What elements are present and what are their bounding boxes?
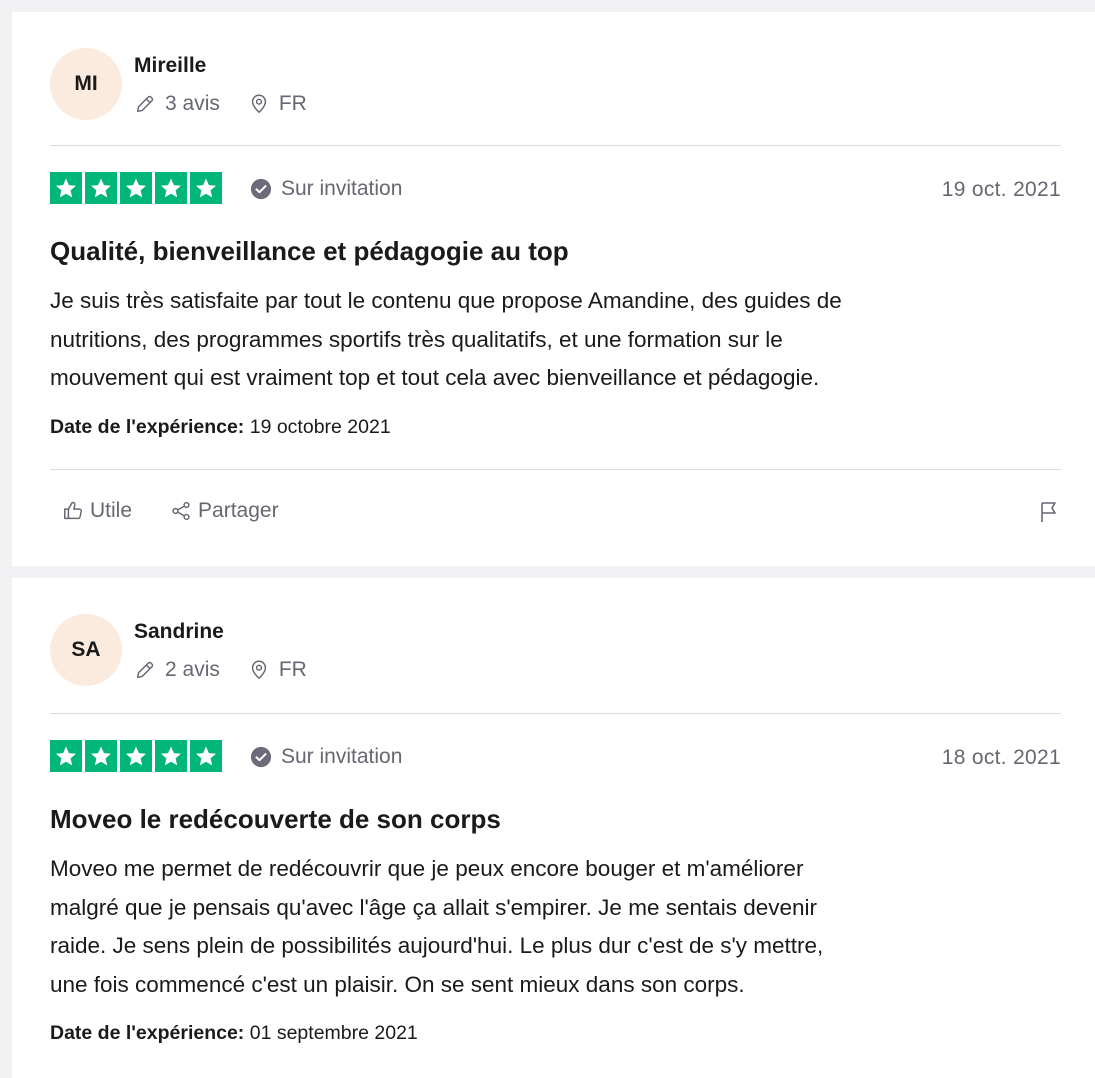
review-body-line: une fois commencé c'est un plaisir. On s… — [50, 971, 745, 997]
star-icon — [50, 172, 82, 204]
review-date: 19 oct. 2021 — [941, 178, 1061, 201]
useful-label: Utile — [90, 499, 133, 522]
review-count: 2 avis — [165, 658, 220, 681]
reviewer-name[interactable]: Sandrine — [134, 620, 224, 644]
verified-label: Sur invitation — [281, 745, 403, 768]
avatar[interactable]: MI — [50, 48, 122, 120]
review-body: Moveo me permet de redécouvrir que je pe… — [50, 850, 1050, 1004]
pencil-icon — [136, 95, 154, 113]
divider — [50, 145, 1061, 146]
star-rating — [50, 740, 222, 772]
star-icon — [190, 172, 222, 204]
verified-badge[interactable]: Sur invitation — [250, 745, 402, 769]
flag-icon[interactable] — [1037, 500, 1061, 524]
experience-value: 19 octobre 2021 — [249, 416, 391, 438]
reviewer-country: FR — [278, 92, 307, 115]
star-icon — [85, 172, 117, 204]
review-title[interactable]: Moveo le redécouverte de son corps — [50, 804, 501, 835]
star-icon — [50, 740, 82, 772]
reviewer-meta: 3 avis FR — [134, 92, 307, 116]
reviewer-meta: 2 avis FR — [134, 658, 307, 682]
star-icon — [120, 172, 152, 204]
check-circle-icon — [250, 746, 272, 768]
divider — [50, 469, 1061, 470]
star-icon — [155, 172, 187, 204]
experience-date: Date de l'expérience: 19 octobre 2021 — [50, 416, 391, 439]
check-circle-icon — [250, 178, 272, 200]
share-label: Partager — [198, 499, 279, 522]
experience-date: Date de l'expérience: 01 septembre 2021 — [50, 1022, 418, 1045]
review-body-line: raide. Je sens plein de possibilités auj… — [50, 933, 824, 958]
review-date: 18 oct. 2021 — [941, 746, 1061, 769]
experience-value: 01 septembre 2021 — [249, 1022, 418, 1044]
useful-button[interactable]: Utile — [62, 499, 132, 523]
review-body-line: nutritions, des programmes sportifs très… — [50, 326, 783, 352]
experience-label: Date de l'expérience: — [50, 1022, 245, 1044]
review-title[interactable]: Qualité, bienveillance et pédagogie au t… — [50, 236, 569, 267]
reviewer-country: FR — [278, 658, 307, 681]
review-card: MI Mireille 3 avis FR Sur invitation 19 … — [12, 12, 1095, 566]
location-pin-icon — [251, 94, 267, 114]
avatar[interactable]: SA — [50, 614, 122, 686]
divider — [50, 713, 1061, 714]
review-card: SA Sandrine 2 avis FR Sur invitation 18 … — [12, 578, 1095, 1078]
verified-label: Sur invitation — [281, 177, 403, 200]
verified-badge[interactable]: Sur invitation — [250, 177, 402, 201]
star-icon — [155, 740, 187, 772]
star-rating — [50, 172, 222, 204]
review-body-line: mouvement qui est vraiment top et tout c… — [50, 365, 820, 390]
review-body-line: Je suis très satisfaite par tout le cont… — [50, 288, 842, 313]
review-count: 3 avis — [165, 92, 220, 115]
reviewer-name[interactable]: Mireille — [134, 54, 206, 78]
review-body: Je suis très satisfaite par tout le cont… — [50, 282, 1050, 398]
review-actions: Utile Partager — [62, 499, 279, 523]
pencil-icon — [136, 661, 154, 679]
experience-label: Date de l'expérience: — [50, 416, 245, 438]
location-pin-icon — [251, 660, 267, 680]
thumbs-up-icon — [64, 501, 82, 520]
star-icon — [120, 740, 152, 772]
review-body-line: malgré que je pensais qu'avec l'âge ça a… — [50, 894, 818, 920]
review-body-line: Moveo me permet de redécouvrir que je pe… — [50, 856, 804, 881]
star-icon — [190, 740, 222, 772]
share-button[interactable]: Partager — [170, 499, 279, 523]
share-icon — [172, 501, 190, 521]
star-icon — [85, 740, 117, 772]
